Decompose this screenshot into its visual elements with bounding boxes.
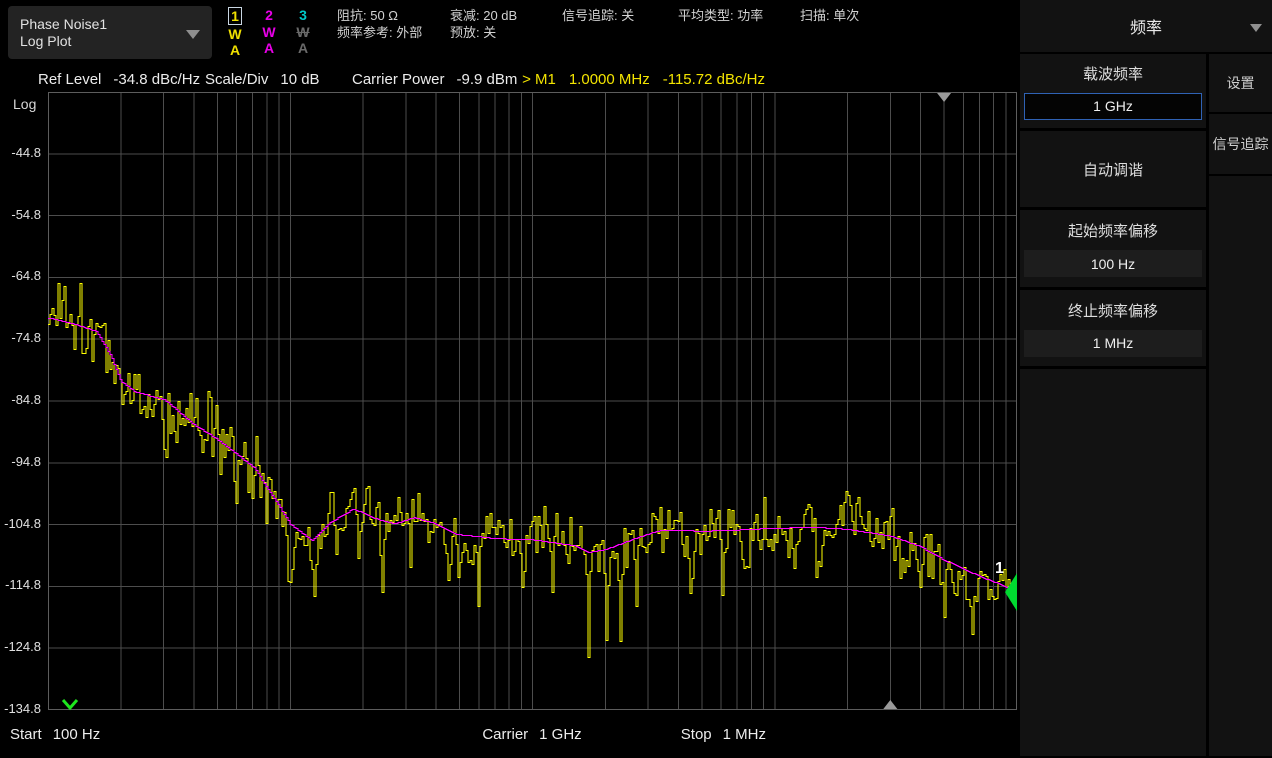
tab-empty-area (1209, 176, 1272, 756)
graticule (48, 92, 1017, 710)
stop-offset-readout: Stop1 MHz (681, 726, 766, 743)
start-offset-readout: Start100 Hz (10, 726, 100, 743)
phase-noise-analyzer-screen: Phase Noise1 Log Plot 1WA2WA3WA 阻抗: 50 Ω… (0, 0, 1272, 758)
phase-noise-plot: 1 (0, 0, 1020, 726)
softkey-value-field[interactable]: 1 GHz (1024, 93, 1202, 120)
softkey-label: 终止频率偏移 (1068, 300, 1158, 321)
bottom-position-triangle-icon (883, 700, 897, 709)
softkey-value-field[interactable]: 100 Hz (1024, 250, 1202, 277)
softkey-value-field[interactable]: 1 MHz (1024, 330, 1202, 357)
top-position-triangle-icon (937, 93, 951, 102)
softkey-3[interactable]: 起始频率偏移 100 Hz (1020, 210, 1206, 287)
tab-signal-tracking[interactable]: 信号追踪 (1209, 114, 1272, 176)
chevron-down-icon (1250, 24, 1262, 32)
softkey-label: 自动调谐 (1083, 159, 1143, 180)
softkey-label: 载波频率 (1083, 63, 1143, 84)
marker-1-diamond[interactable] (1005, 573, 1017, 611)
softkey-empty-area (1020, 369, 1206, 756)
sweep-start-chevron-icon (63, 700, 77, 708)
softkey-panel-header[interactable]: 频率 (1020, 0, 1272, 54)
softkey-4[interactable]: 终止频率偏移 1 MHz (1020, 290, 1206, 366)
carrier-freq-readout: Carrier1 GHz (482, 726, 581, 743)
softkey-1[interactable]: 载波频率 1 GHz (1020, 54, 1206, 128)
softkey-2[interactable]: 自动调谐 (1020, 131, 1206, 207)
softkey-label: 起始频率偏移 (1068, 220, 1158, 241)
softkey-panel-title: 频率 (1130, 14, 1162, 38)
softkey-panel: 频率 载波频率1 GHz自动调谐起始频率偏移100 Hz终止频率偏移1 MHz … (1020, 0, 1272, 758)
marker-1-label: 1 (995, 560, 1004, 577)
tab-settings[interactable]: 设置 (1209, 54, 1272, 114)
x-axis-footer: Start100 Hz Carrier1 GHz Stop1 MHz (0, 726, 1020, 746)
